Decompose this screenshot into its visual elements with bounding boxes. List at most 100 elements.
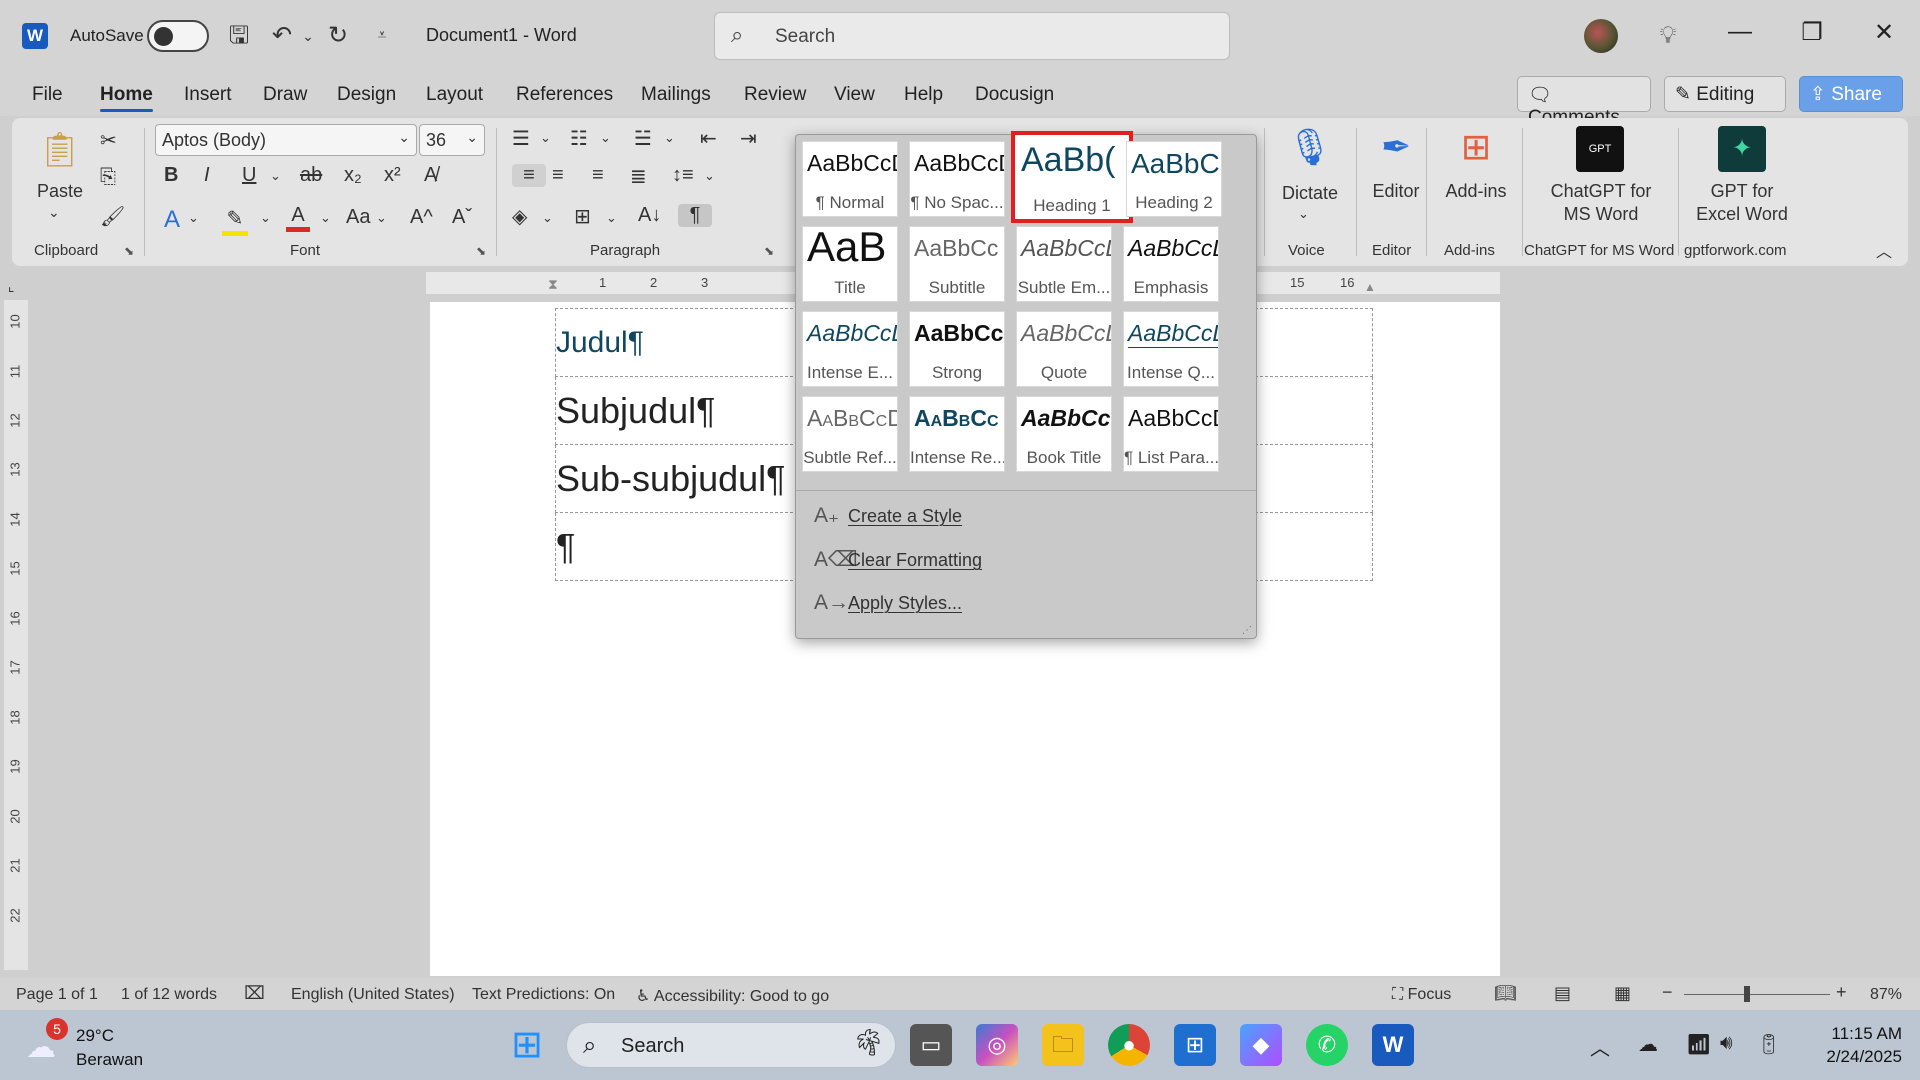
web-layout-icon[interactable]: ▦ [1614, 983, 1631, 1004]
paste-label[interactable]: Paste [32, 180, 88, 203]
tab-home[interactable]: Home [100, 84, 153, 112]
undo-dropdown-icon[interactable]: ⌄ [292, 20, 324, 52]
tab-references[interactable]: References [516, 84, 613, 106]
addins-icon[interactable]: ⊞ [1450, 126, 1502, 168]
show-formatting-marks-icon[interactable]: ¶ [678, 204, 712, 227]
tab-help[interactable]: Help [904, 84, 943, 106]
style-emphasis[interactable]: AaBbCcL Emphasis [1123, 226, 1219, 302]
zoom-out-icon[interactable]: − [1662, 982, 1673, 1003]
customize-toolbar-icon[interactable]: ⩡ [366, 20, 398, 52]
style-intense-reference[interactable]: AaBbCc Intense Re... [909, 396, 1005, 472]
lightbulb-icon[interactable]: 💡︎ [1652, 20, 1684, 52]
zoom-level[interactable]: 87% [1870, 986, 1902, 1004]
text-predictions-status[interactable]: Text Predictions: On [472, 986, 615, 1004]
collapse-ribbon-icon[interactable]: ︿ [1876, 238, 1892, 262]
avatar[interactable] [1584, 19, 1618, 53]
minimize-icon[interactable]: — [1720, 18, 1760, 46]
italic-icon[interactable]: I [204, 164, 210, 187]
clipboard-launcher-icon[interactable]: ⬊ [124, 244, 134, 258]
search-input[interactable]: ⌕ Search [714, 12, 1230, 60]
task-view-icon[interactable]: ▭ [910, 1024, 952, 1066]
align-right-icon[interactable]: ≡ [592, 164, 604, 187]
change-case-dropdown-icon[interactable]: ⌄ [376, 210, 387, 226]
numbering-icon[interactable]: ☷ [570, 126, 588, 151]
battery-icon[interactable]: 🔋︎ [1756, 1032, 1781, 1057]
close-icon[interactable]: ✕ [1864, 18, 1904, 47]
style-title[interactable]: AaB Title [802, 226, 898, 302]
gpt-excel-word-button-label[interactable]: GPT for Excel Word [1682, 180, 1802, 226]
microsoft-store-icon[interactable]: ⊞ [1174, 1024, 1216, 1066]
cut-icon[interactable]: ✂ [100, 128, 117, 153]
style-list-paragraph[interactable]: AaBbCcD ¶ List Para... [1123, 396, 1219, 472]
addins-label[interactable]: Add-ins [1432, 180, 1520, 203]
zoom-in-icon[interactable]: + [1836, 982, 1847, 1003]
tab-docusign[interactable]: Docusign [975, 84, 1054, 106]
language-status[interactable]: English (United States) [291, 986, 455, 1004]
print-layout-icon[interactable]: ▤ [1554, 983, 1571, 1004]
sort-icon[interactable]: A↓ [638, 204, 661, 227]
chrome-icon[interactable]: ● [1108, 1024, 1150, 1066]
tab-file[interactable]: File [32, 84, 63, 106]
change-case-icon[interactable]: Aa [346, 206, 370, 229]
comments-button[interactable]: 🗨︎ Comments [1517, 76, 1651, 128]
microphone-icon[interactable]: 🎙︎ [1282, 126, 1338, 168]
tab-design[interactable]: Design [337, 84, 396, 106]
bullets-dropdown-icon[interactable]: ⌄ [540, 130, 551, 146]
tab-selector-icon[interactable]: ⌞ [8, 278, 15, 295]
text-effects-dropdown-icon[interactable]: ⌄ [188, 210, 199, 226]
microsoft-365-icon[interactable]: ◆ [1240, 1024, 1282, 1066]
zoom-slider-thumb[interactable] [1744, 986, 1750, 1002]
editor-label[interactable]: Editor [1358, 180, 1434, 203]
subscript-icon[interactable]: x₂ [344, 164, 362, 187]
clear-formatting-button[interactable]: A⌫Clear Formatting [814, 547, 982, 572]
font-name-select[interactable]: Aptos (Body) ⌄ [155, 124, 417, 156]
underline-dropdown-icon[interactable]: ⌄ [270, 168, 281, 184]
style-quote[interactable]: AaBbCcL Quote [1016, 311, 1112, 387]
indent-marker-icon[interactable]: ⧗ [548, 276, 558, 293]
show-hidden-icons-icon[interactable]: ︿ [1590, 1032, 1610, 1061]
editor-icon[interactable]: ✒ [1368, 126, 1424, 168]
word-count[interactable]: 1 of 12 words [121, 986, 217, 1004]
shading-icon[interactable]: ◈ [512, 204, 527, 229]
paste-icon[interactable]: 📋︎ [38, 130, 81, 176]
read-mode-icon[interactable]: 📖︎ [1494, 983, 1517, 1004]
right-indent-marker-icon[interactable]: ▲ [1364, 280, 1376, 294]
style-intense-emphasis[interactable]: AaBbCcL Intense E... [802, 311, 898, 387]
style-subtitle[interactable]: AaBbCc Subtitle [909, 226, 1005, 302]
font-color-dropdown-icon[interactable]: ⌄ [320, 210, 331, 226]
system-clock[interactable]: 11:15 AM 2/24/2025 [1806, 1022, 1902, 1068]
style-subtle-reference[interactable]: AaBbCcD Subtle Ref... [802, 396, 898, 472]
chatgpt-icon[interactable]: GPT [1576, 126, 1624, 172]
style-no-spacing[interactable]: AaBbCcDd ¶ No Spac... [909, 141, 1005, 217]
clear-formatting-icon[interactable]: A̸ [424, 164, 437, 187]
copilot-icon[interactable]: ◎ [976, 1024, 1018, 1066]
dictate-label[interactable]: Dictate [1266, 182, 1354, 205]
proofing-icon[interactable]: ⌧ [244, 983, 265, 1004]
heading-text-judul[interactable]: Judul¶ [556, 326, 644, 359]
whatsapp-icon[interactable]: ✆ [1306, 1024, 1348, 1066]
dictate-dropdown-icon[interactable]: ⌄ [1298, 206, 1309, 222]
chatgpt-button-label[interactable]: ChatGPT for MS Word [1528, 180, 1674, 226]
grow-font-icon[interactable]: A^ [410, 206, 433, 229]
style-book-title[interactable]: AaBbCci Book Title [1016, 396, 1112, 472]
shading-dropdown-icon[interactable]: ⌄ [542, 210, 553, 226]
line-spacing-dropdown-icon[interactable]: ⌄ [704, 168, 715, 184]
create-style-button[interactable]: A₊ Create a Style [814, 503, 962, 528]
borders-icon[interactable]: ⊞ [574, 204, 591, 229]
align-center-icon[interactable]: ≡ [552, 164, 564, 187]
page-count[interactable]: Page 1 of 1 [16, 986, 98, 1004]
font-size-select[interactable]: 36 ⌄ [419, 124, 485, 156]
editing-mode-button[interactable]: ✎ Editing ⌄ [1664, 76, 1786, 128]
decrease-indent-icon[interactable]: ⇤ [700, 126, 717, 151]
autosave-toggle[interactable] [147, 20, 209, 52]
bold-icon[interactable]: B [164, 164, 178, 187]
windows-start-icon[interactable]: ⊞ [506, 1024, 548, 1066]
text-effects-icon[interactable]: A [164, 206, 180, 234]
increase-indent-icon[interactable]: ⇥ [740, 126, 757, 151]
tab-layout[interactable]: Layout [426, 84, 483, 106]
empty-paragraph-mark[interactable]: ¶ [556, 526, 575, 567]
bullets-icon[interactable]: ☰ [512, 126, 530, 151]
volume-icon[interactable]: 🔊︎ [1720, 1032, 1733, 1055]
highlight-icon[interactable]: ✎ [222, 206, 248, 236]
tab-draw[interactable]: Draw [263, 84, 307, 106]
